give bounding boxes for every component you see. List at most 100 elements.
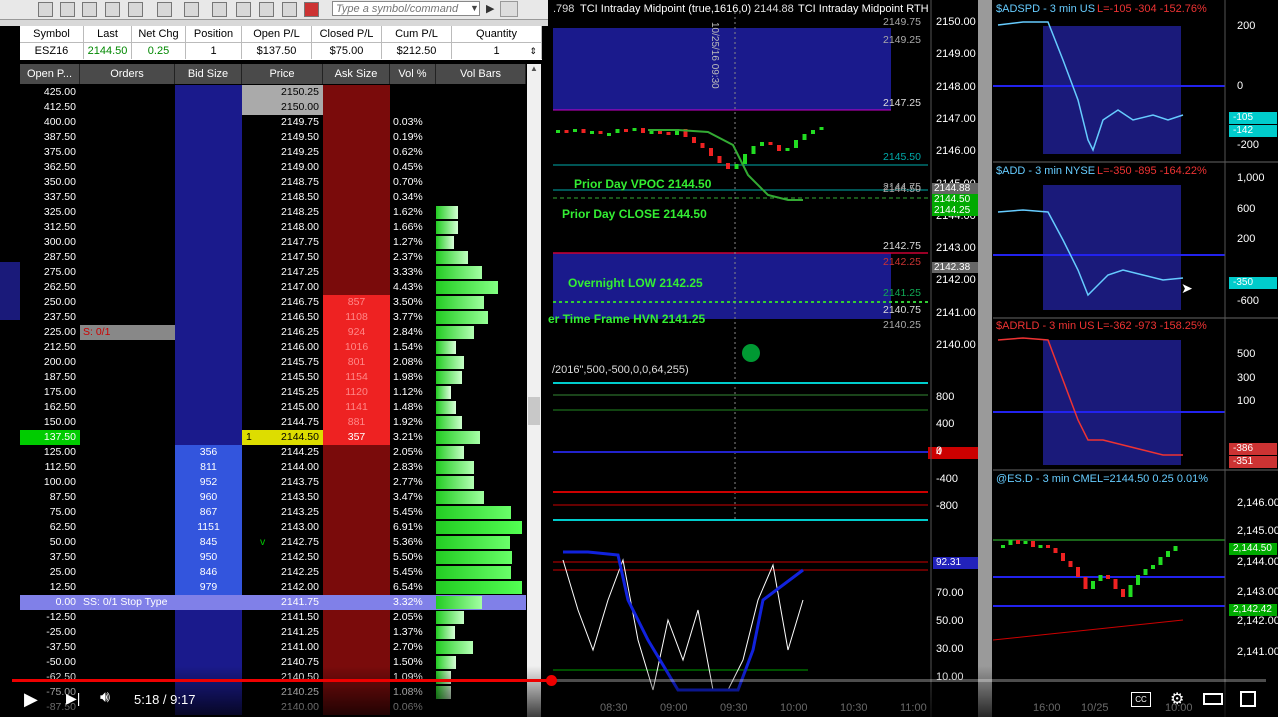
ladder-row[interactable]: 275.00 2147.25 3.33% xyxy=(20,265,526,280)
orders-cell[interactable] xyxy=(80,445,175,460)
ask-size-cell[interactable]: 1141 xyxy=(323,400,390,415)
bid-size-cell[interactable] xyxy=(175,430,242,445)
next-button[interactable]: ▶| xyxy=(66,690,80,707)
bid-size-cell[interactable]: 1151 xyxy=(175,520,242,535)
ladder-row[interactable]: 375.00 2149.25 0.62% xyxy=(20,145,526,160)
ladder-row[interactable]: 300.00 2147.75 1.27% xyxy=(20,235,526,250)
orders-cell[interactable] xyxy=(80,550,175,565)
ladder-row[interactable]: 237.50 2146.50 1108 3.77% xyxy=(20,310,526,325)
header-vol-bars-col[interactable]: Vol Bars xyxy=(436,64,526,84)
ladder-row[interactable]: 312.50 2148.00 1.66% xyxy=(20,220,526,235)
orders-cell[interactable] xyxy=(80,385,175,400)
ask-size-cell[interactable] xyxy=(323,220,390,235)
orders-cell[interactable] xyxy=(80,145,175,160)
ladder-row[interactable]: 387.50 2149.50 0.19% xyxy=(20,130,526,145)
ladder-row[interactable]: 50.00 845 v 2142.75 5.36% xyxy=(20,535,526,550)
ladder-row[interactable]: 37.50 950 2142.50 5.50% xyxy=(20,550,526,565)
ask-size-cell[interactable]: 857 xyxy=(323,295,390,310)
ladder-row[interactable]: 225.00 S: 0/1 2146.25 924 2.84% xyxy=(20,325,526,340)
orders-cell[interactable]: S: 0/1 xyxy=(80,325,175,340)
ladder-row[interactable]: 150.00 2144.75 881 1.92% xyxy=(20,415,526,430)
orders-cell[interactable] xyxy=(80,220,175,235)
bid-size-cell[interactable] xyxy=(175,310,242,325)
bid-size-cell[interactable] xyxy=(175,625,242,640)
orders-cell[interactable] xyxy=(80,175,175,190)
paste-icon[interactable] xyxy=(105,2,120,17)
orders-cell[interactable] xyxy=(80,565,175,580)
bid-size-cell[interactable]: 952 xyxy=(175,475,242,490)
captions-button[interactable]: CC xyxy=(1131,692,1151,707)
ask-size-cell[interactable] xyxy=(323,490,390,505)
orders-cell[interactable] xyxy=(80,625,175,640)
volume-icon[interactable]: 🔊︎ xyxy=(100,689,110,707)
ask-size-cell[interactable]: 357 xyxy=(323,430,390,445)
orders-cell[interactable] xyxy=(80,535,175,550)
ask-size-cell[interactable] xyxy=(323,625,390,640)
bid-size-cell[interactable] xyxy=(175,385,242,400)
window-icon[interactable] xyxy=(128,2,143,17)
ladder-scrollbar[interactable] xyxy=(527,64,541,717)
ladder-row[interactable]: 250.00 2146.75 857 3.50% xyxy=(20,295,526,310)
ask-size-cell[interactable]: 881 xyxy=(323,415,390,430)
ask-size-cell[interactable]: 924 xyxy=(323,325,390,340)
bid-size-cell[interactable] xyxy=(175,415,242,430)
ask-size-cell[interactable]: 1016 xyxy=(323,340,390,355)
main-chart[interactable]: .798 TCI Intraday Midpoint (true,1616,0)… xyxy=(548,0,990,717)
orders-cell[interactable] xyxy=(80,100,175,115)
ladder-row[interactable]: 325.00 2148.25 1.62% xyxy=(20,205,526,220)
ask-size-cell[interactable] xyxy=(323,100,390,115)
orders-cell[interactable] xyxy=(80,130,175,145)
bid-size-cell[interactable] xyxy=(175,355,242,370)
orders-cell[interactable] xyxy=(80,310,175,325)
ask-size-cell[interactable] xyxy=(323,640,390,655)
orders-cell[interactable] xyxy=(80,160,175,175)
bid-size-cell[interactable] xyxy=(175,115,242,130)
bid-size-cell[interactable] xyxy=(175,190,242,205)
color-icon[interactable] xyxy=(304,2,319,17)
bid-size-cell[interactable] xyxy=(175,85,242,100)
bid-size-cell[interactable] xyxy=(175,145,242,160)
ladder-row[interactable]: 337.50 2148.50 0.34% xyxy=(20,190,526,205)
bid-size-cell[interactable] xyxy=(175,370,242,385)
ladder-row[interactable]: 412.50 2150.00 xyxy=(20,100,526,115)
ladder-row[interactable]: 175.00 2145.25 1120 1.12% xyxy=(20,385,526,400)
ask-size-cell[interactable] xyxy=(323,580,390,595)
bid-size-cell[interactable] xyxy=(175,325,242,340)
bid-size-cell[interactable]: 960 xyxy=(175,490,242,505)
symbol-input[interactable] xyxy=(332,1,480,16)
ask-size-cell[interactable] xyxy=(323,250,390,265)
ladder-row[interactable]: 0.00 SS: 0/1 Stop Type 2141.75 3.32% xyxy=(20,595,526,610)
ask-size-cell[interactable] xyxy=(323,235,390,250)
search-icon[interactable] xyxy=(500,1,518,17)
bid-size-cell[interactable] xyxy=(175,250,242,265)
grid-icon[interactable] xyxy=(184,2,199,17)
open-icon[interactable] xyxy=(60,2,75,17)
orders-cell[interactable] xyxy=(80,250,175,265)
theater-mode-button[interactable] xyxy=(1203,693,1223,705)
bid-size-cell[interactable] xyxy=(175,640,242,655)
header-orders-col[interactable]: Orders xyxy=(80,64,175,84)
bid-size-cell[interactable] xyxy=(175,400,242,415)
ask-size-cell[interactable] xyxy=(323,475,390,490)
ladder-row[interactable]: 287.50 2147.50 2.37% xyxy=(20,250,526,265)
ask-size-cell[interactable] xyxy=(323,505,390,520)
header-vol-pct-col[interactable]: Vol % xyxy=(390,64,436,84)
bid-size-cell[interactable] xyxy=(175,235,242,250)
stepper-arrows-icon[interactable]: ⇕ xyxy=(529,43,537,59)
orders-cell[interactable] xyxy=(80,265,175,280)
ask-size-cell[interactable] xyxy=(323,445,390,460)
orders-cell[interactable] xyxy=(80,280,175,295)
orders-cell[interactable] xyxy=(80,355,175,370)
bid-size-cell[interactable]: 979 xyxy=(175,580,242,595)
header-price-col[interactable]: Price xyxy=(242,64,323,84)
ladder-row[interactable]: 12.50 979 2142.00 6.54% xyxy=(20,580,526,595)
sync-icon[interactable] xyxy=(236,2,251,17)
ladder-row[interactable]: 125.00 356 2144.25 2.05% xyxy=(20,445,526,460)
ladder-row[interactable]: 200.00 2145.75 801 2.08% xyxy=(20,355,526,370)
bid-size-cell[interactable] xyxy=(175,220,242,235)
ask-size-cell[interactable] xyxy=(323,595,390,610)
ask-size-cell[interactable] xyxy=(323,145,390,160)
orders-cell[interactable] xyxy=(80,475,175,490)
ask-size-cell[interactable] xyxy=(323,175,390,190)
chevron-down-icon[interactable]: ▼ xyxy=(470,3,479,13)
